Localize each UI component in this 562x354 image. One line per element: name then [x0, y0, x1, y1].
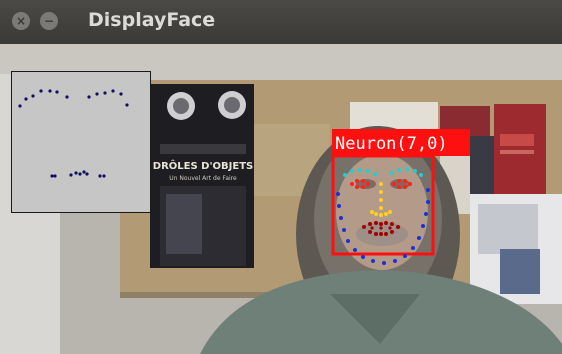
poster-title: DRÔLES D'OBJETS: [153, 159, 253, 172]
landmark-preview-panel: [11, 71, 151, 213]
minimize-icon[interactable]: −: [40, 12, 58, 30]
poster-subtitle: Un Nouvel Art de Faire: [169, 175, 237, 182]
display-face-window: × − DisplayFace DRÔLES D'OBJETS Un Nouve…: [0, 0, 562, 354]
window-title: DisplayFace: [88, 9, 216, 31]
title-bar[interactable]: × − DisplayFace: [0, 0, 562, 44]
close-icon[interactable]: ×: [12, 12, 30, 30]
neuron-label: Neuron(7,0): [335, 134, 448, 154]
